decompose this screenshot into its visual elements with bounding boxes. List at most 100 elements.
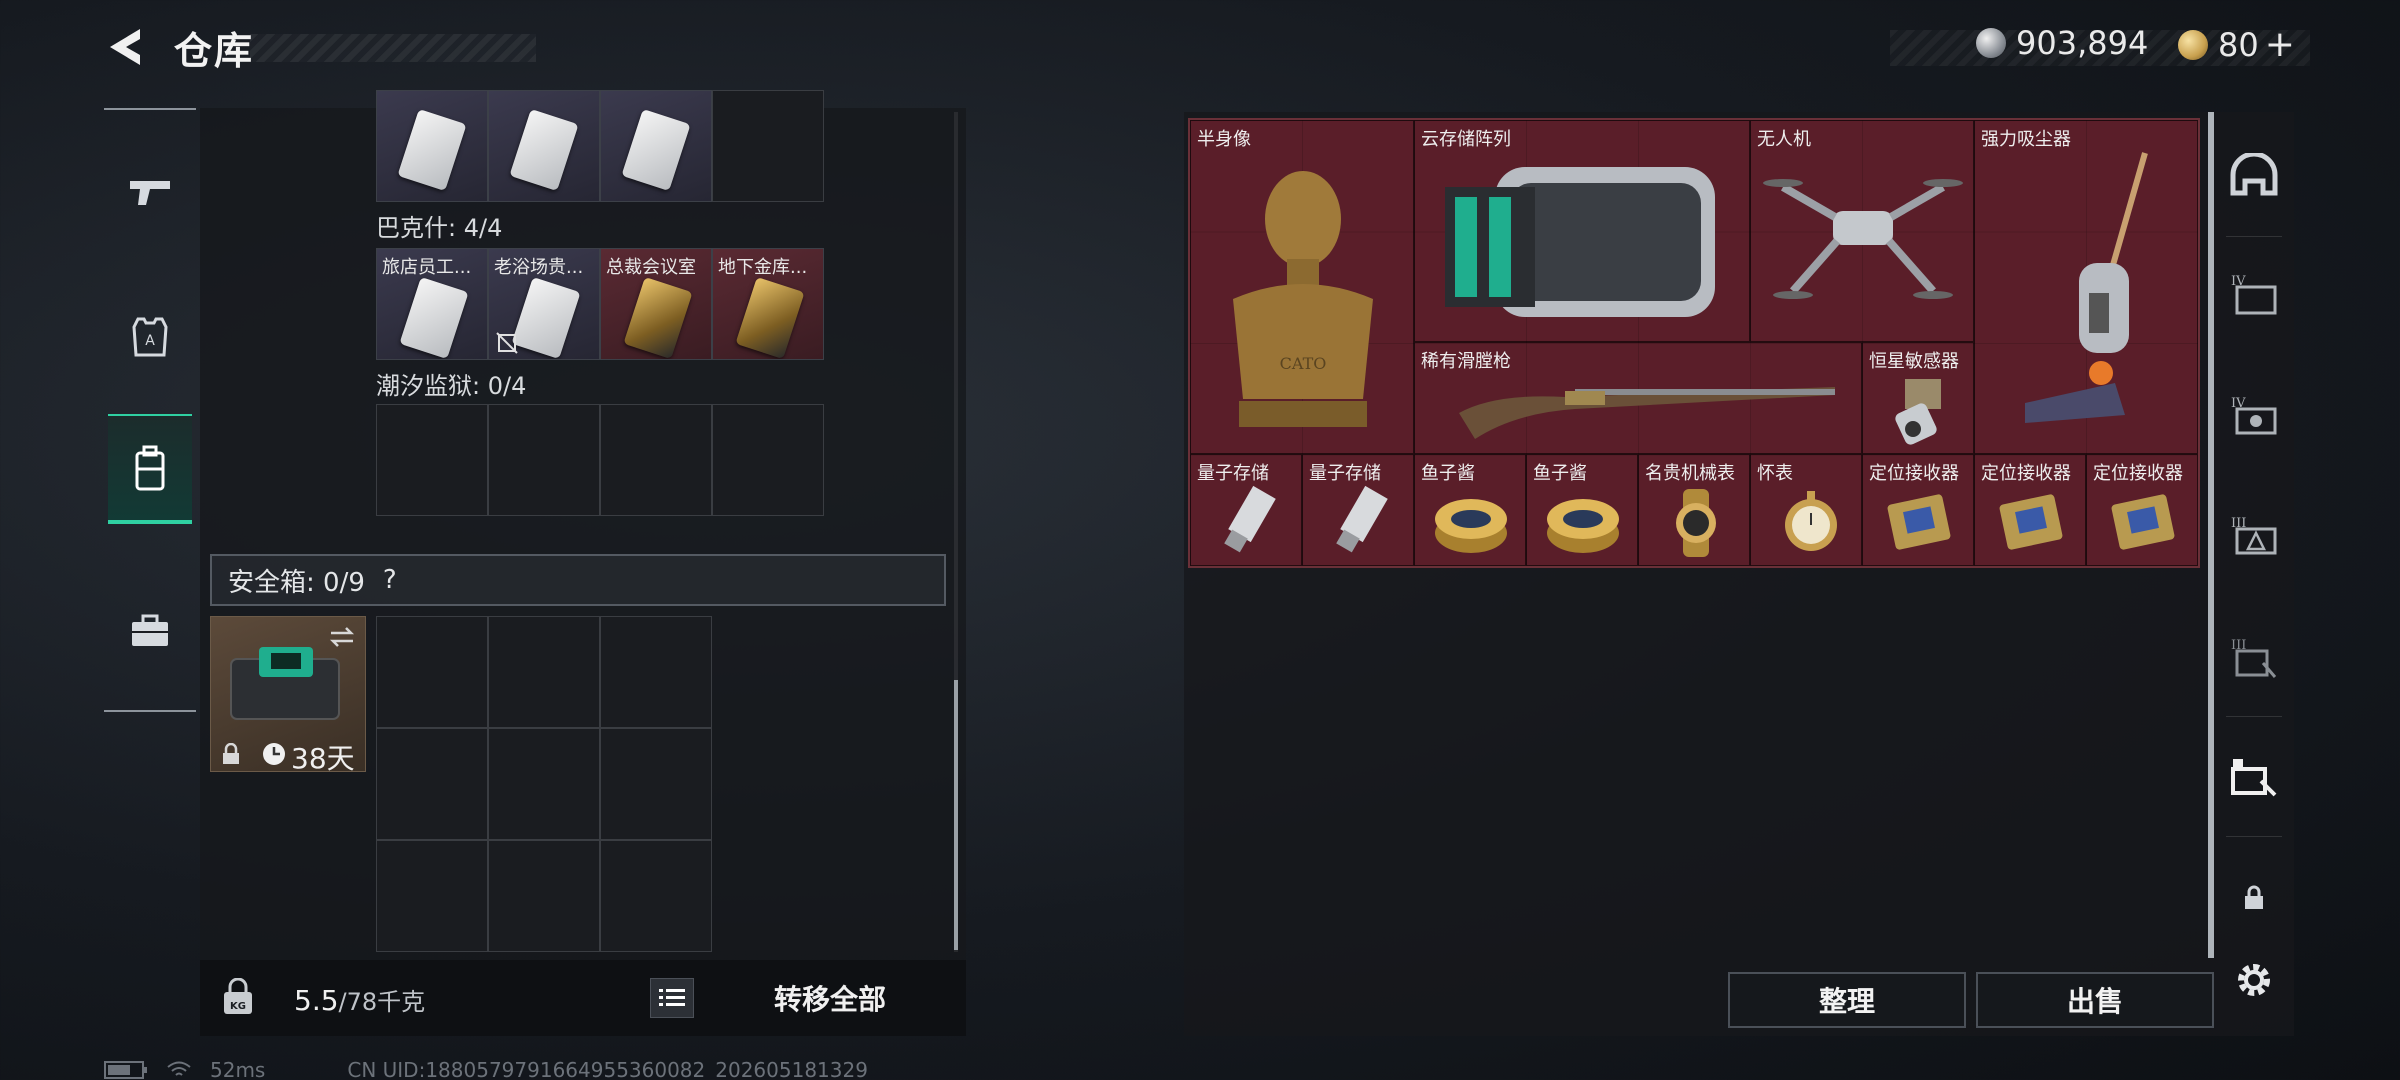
item-label: 量子存储 xyxy=(1197,463,1269,484)
empty-slot[interactable] xyxy=(376,404,488,516)
gear-icon xyxy=(2238,964,2270,996)
item-label: 定位接收器 xyxy=(1981,463,2071,484)
add-currency-icon[interactable]: + xyxy=(2265,24,2295,65)
safebox-slot[interactable] xyxy=(600,728,712,840)
safebox-slot[interactable] xyxy=(600,840,712,952)
keycard-label: 地下金库... xyxy=(718,257,808,278)
item-bust[interactable]: 半身像 CATO xyxy=(1190,120,1414,454)
item-caviar[interactable]: 鱼子酱 xyxy=(1414,454,1526,566)
safebox-slot[interactable] xyxy=(488,728,600,840)
safebox-slot[interactable] xyxy=(488,840,600,952)
safebox-slot[interactable] xyxy=(376,728,488,840)
item-luxury-watch[interactable]: 名贵机械表 xyxy=(1638,454,1750,566)
svg-text:KG: KG xyxy=(230,1001,246,1012)
keycard-cursor-icon xyxy=(2231,759,2277,797)
item-pocket-watch[interactable]: 怀表 xyxy=(1750,454,1862,566)
scroll-thumb[interactable] xyxy=(954,680,958,950)
keycard-label: 旅店员工... xyxy=(382,257,472,278)
empty-slot[interactable] xyxy=(600,404,712,516)
keycard-white-image xyxy=(509,108,579,192)
safebox-slot[interactable] xyxy=(600,616,712,728)
back-arrow-icon[interactable] xyxy=(104,25,144,69)
settings-button[interactable] xyxy=(2226,952,2282,1008)
rail-item-tier4-gear[interactable]: IV xyxy=(2226,388,2282,444)
empty-slot[interactable] xyxy=(712,404,824,516)
gold-coin-icon xyxy=(2178,29,2208,60)
stash-scrollbar[interactable] xyxy=(2208,112,2214,958)
silver-coin-icon xyxy=(1976,28,2006,58)
item-caviar[interactable]: 鱼子酱 xyxy=(1526,454,1638,566)
chaoxi-keycard-label: 潮汐监狱: 0/4 xyxy=(376,372,527,400)
bust-engraving: CATO xyxy=(1280,354,1327,373)
nav-item-supplies[interactable] xyxy=(108,576,192,686)
item-label: 稀有滑膛枪 xyxy=(1421,351,1511,372)
usb-drive-image xyxy=(1224,485,1276,553)
item-label: 量子存储 xyxy=(1309,463,1381,484)
keycard-underground-vault[interactable]: 地下金库... xyxy=(712,248,824,360)
safebox-slot[interactable] xyxy=(488,616,600,728)
rail-item-tier3-key[interactable]: III xyxy=(2226,630,2282,686)
wifi-icon xyxy=(167,1061,191,1076)
item-rare-musket[interactable]: 稀有滑膛枪 xyxy=(1414,342,1862,454)
gun-icon xyxy=(130,181,170,205)
lock-icon xyxy=(223,743,239,764)
receiver-image xyxy=(2111,494,2175,550)
nav-item-backpack[interactable] xyxy=(108,414,192,524)
keycard-white-image xyxy=(399,276,469,359)
tier4-gear-icon: IV xyxy=(2231,396,2277,435)
rail-item-locked[interactable] xyxy=(2226,870,2282,926)
empty-slot[interactable] xyxy=(488,404,600,516)
gold-amount: 80 xyxy=(2218,25,2259,64)
safebox-header: 安全箱: 0/9 ? xyxy=(210,554,946,606)
caviar-tin-image xyxy=(1435,499,1507,553)
rail-divider xyxy=(2226,716,2282,717)
keycard-hotel-staff[interactable]: 旅店员工... xyxy=(376,248,488,360)
drone-image xyxy=(1763,179,1963,299)
transfer-all-button[interactable]: 转移全部 xyxy=(700,966,960,1030)
vacuum-image xyxy=(2025,152,2148,423)
rail-item-tier3-warning[interactable]: III xyxy=(2226,508,2282,564)
safebox-slot[interactable] xyxy=(376,616,488,728)
swap-icon[interactable] xyxy=(327,625,357,649)
safebox-item[interactable]: 38天 xyxy=(210,616,366,775)
safebox-slot[interactable] xyxy=(376,840,488,952)
keycard-ceo-meeting-room[interactable]: 总裁会议室 xyxy=(600,248,712,360)
item-location-receiver[interactable]: 定位接收器 xyxy=(2086,454,2198,566)
sell-button[interactable]: 出售 xyxy=(1976,972,2214,1028)
item-star-sensor[interactable]: 恒星敏感器 xyxy=(1862,342,1974,454)
item-label: 恒星敏感器 xyxy=(1869,351,1959,372)
item-quantum-storage[interactable]: 量子存储 xyxy=(1302,454,1414,566)
star-sensor-image xyxy=(1895,379,1941,445)
rail-item-helmet[interactable] xyxy=(2226,148,2282,204)
backpack-icon xyxy=(135,445,165,491)
item-label: 怀表 xyxy=(1757,463,1793,484)
nav-item-weapons[interactable] xyxy=(108,136,192,246)
keycard-white-image xyxy=(511,276,581,359)
item-drone[interactable]: 无人机 xyxy=(1750,120,1974,342)
silver-currency: 903,894 xyxy=(1976,24,2148,62)
item-quantum-storage[interactable]: 量子存储 xyxy=(1190,454,1302,566)
nav-item-armor[interactable]: A xyxy=(108,282,192,392)
ping-text: 52ms xyxy=(210,1058,266,1080)
uid-text: CN UID:1880579791664955360082_2026051813… xyxy=(347,1058,868,1080)
keycard-gold-image xyxy=(623,276,693,359)
item-location-receiver[interactable]: 定位接收器 xyxy=(1862,454,1974,566)
item-label: 名贵机械表 xyxy=(1645,463,1735,484)
bakeshi-keycard-label: 巴克什: 4/4 xyxy=(376,214,503,242)
list-icon xyxy=(659,989,685,1006)
receiver-image xyxy=(1999,494,2063,550)
sort-button[interactable]: 整理 xyxy=(1728,972,1966,1028)
help-icon[interactable]: ? xyxy=(383,565,397,595)
item-location-receiver[interactable]: 定位接收器 xyxy=(1974,454,2086,566)
keycard-label: 老浴场贵... xyxy=(494,257,584,278)
rail-item-tier4-case[interactable]: IV xyxy=(2226,266,2282,322)
keycard-old-bathhouse[interactable]: 老浴场贵... xyxy=(488,248,600,360)
gold-currency[interactable]: 80 + xyxy=(2178,24,2295,65)
list-view-button[interactable] xyxy=(650,978,694,1018)
silver-amount: 903,894 xyxy=(2016,24,2149,62)
item-vacuum-cleaner[interactable]: 强力吸尘器 xyxy=(1974,120,2198,454)
keycard-white-image xyxy=(397,108,467,192)
rail-item-keycard[interactable] xyxy=(2226,750,2282,806)
item-cloud-storage-array[interactable]: 云存储阵列 xyxy=(1414,120,1750,342)
